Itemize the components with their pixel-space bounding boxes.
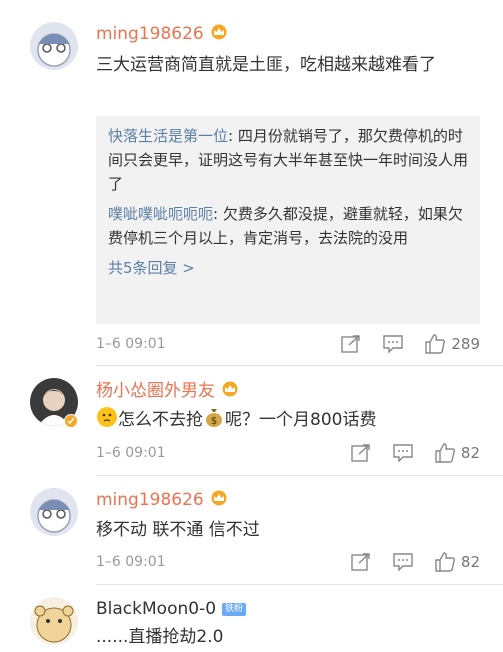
user-avatar[interactable]: [30, 597, 78, 645]
like-icon: [435, 552, 455, 572]
comment-text: ......直播抢劫2.0: [96, 627, 224, 647]
divider: [96, 475, 503, 476]
share-button[interactable]: [351, 553, 371, 571]
comment-time: 1–6 09:01: [96, 336, 166, 352]
like-icon: [425, 334, 446, 354]
comment-time: 1–6 09:01: [96, 554, 166, 570]
like-count: 82: [460, 444, 480, 462]
thinking-face-icon: [96, 406, 118, 438]
share-button[interactable]: [341, 335, 361, 353]
user-avatar[interactable]: [30, 488, 78, 536]
divider: [96, 365, 503, 366]
comment-text: 三大运营商简直就是土匪，吃相越来越难看了: [96, 55, 436, 75]
comment-button[interactable]: [383, 335, 404, 353]
comment-icon: [393, 444, 413, 462]
divider: [96, 584, 503, 585]
more-replies-link[interactable]: 共5条回复 >: [108, 256, 468, 280]
like-icon: [435, 443, 455, 463]
comment-button[interactable]: [393, 444, 413, 462]
reply-username[interactable]: 快落生活是第一位: [108, 127, 228, 145]
comment-icon: [393, 553, 413, 571]
comment-text-part: 怎么不去抢: [118, 410, 203, 430]
share-button[interactable]: [351, 444, 371, 462]
username[interactable]: ming198626: [96, 22, 204, 46]
comment-button[interactable]: [393, 553, 413, 571]
like-button[interactable]: 82: [435, 552, 480, 572]
username[interactable]: 杨小怂圈外男友: [96, 379, 215, 403]
fan-badge: 铁粉: [222, 602, 247, 616]
crown-badge-icon: [210, 24, 228, 44]
username[interactable]: BlackMoon0-0: [96, 597, 216, 621]
like-count: 82: [460, 553, 480, 571]
comment-text: 移不动 联不通 信不过: [96, 520, 260, 540]
comment-icon: [383, 335, 404, 353]
comment-text: 怎么不去抢 $ 呢？一个月800话费: [96, 405, 476, 438]
like-count: 289: [451, 335, 480, 353]
username[interactable]: ming198626: [96, 488, 204, 512]
verified-badge-icon: [64, 414, 78, 428]
share-icon: [351, 553, 370, 571]
reply-username[interactable]: 噗呲噗呲呃呃呃: [108, 205, 213, 223]
reply-box[interactable]: 快落生活是第一位: 四月份就销号了，那欠费停机的时间只会更早，证明这号有大半年甚…: [96, 116, 480, 324]
like-button[interactable]: 289: [425, 334, 480, 354]
svg-text:$: $: [211, 416, 217, 427]
like-button[interactable]: 82: [435, 443, 480, 463]
money-bag-icon: $: [203, 406, 225, 438]
reply-item[interactable]: 噗呲噗呲呃呃呃: 欠费多久都没提，避重就轻，如果欠费停机三个月以上，肯定消号，去…: [108, 202, 468, 250]
user-avatar[interactable]: [30, 22, 78, 70]
comment-time: 1–6 09:01: [96, 445, 166, 461]
crown-badge-icon: [221, 381, 239, 401]
crown-badge-icon: [210, 490, 228, 510]
share-icon: [341, 335, 361, 353]
comment-text-part: 呢？一个月800话费: [225, 410, 377, 430]
reply-item[interactable]: 快落生活是第一位: 四月份就销号了，那欠费停机的时间只会更早，证明这号有大半年甚…: [108, 124, 468, 196]
share-icon: [351, 444, 370, 462]
